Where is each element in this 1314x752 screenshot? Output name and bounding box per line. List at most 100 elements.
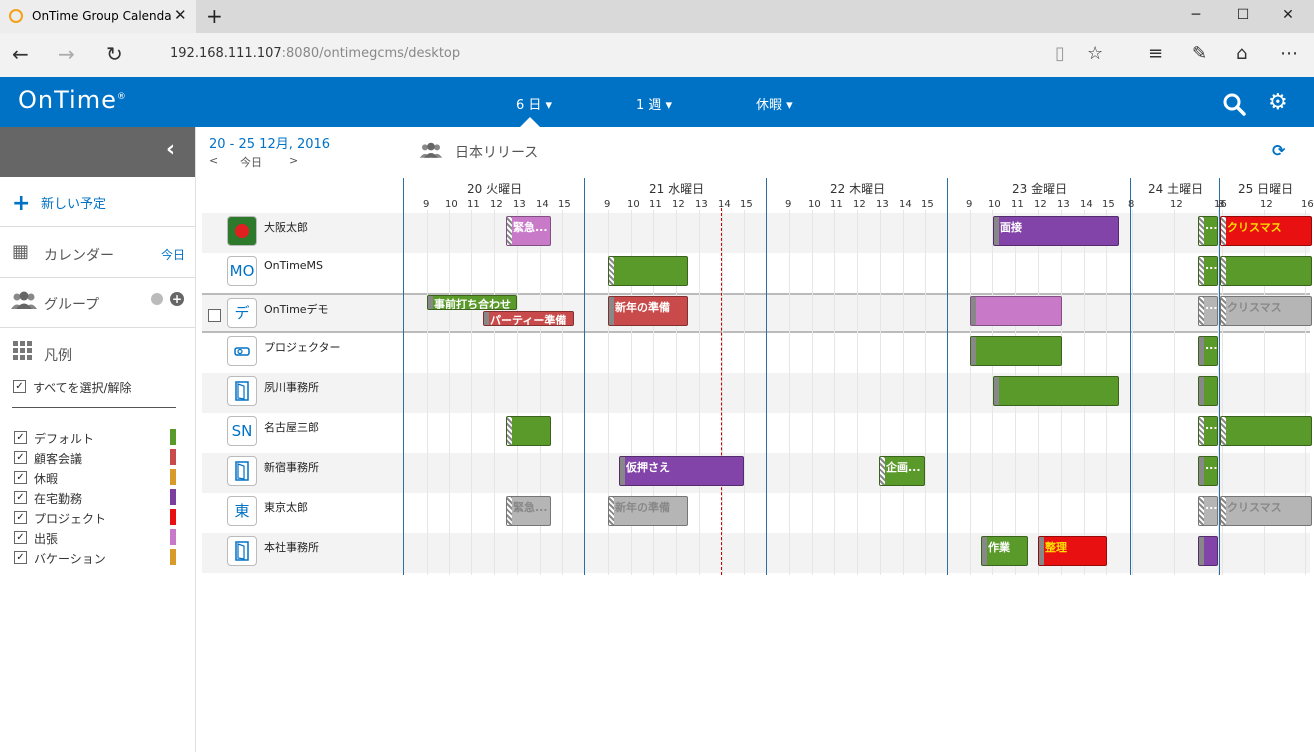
calendar-event[interactable] — [1198, 536, 1218, 566]
calendar-event[interactable]: 企画... — [879, 456, 925, 486]
person-name[interactable]: OnTimeMS — [264, 259, 323, 272]
calendar-event[interactable] — [506, 416, 551, 446]
close-tab-icon[interactable]: ✕ — [174, 6, 187, 24]
calendar-event[interactable]: ... — [1198, 416, 1218, 446]
today-button[interactable]: 今日 — [240, 154, 262, 170]
calendar-event[interactable] — [1198, 376, 1218, 406]
refresh-icon[interactable]: ↻ — [106, 42, 123, 66]
person-name[interactable]: 東京太郎 — [264, 499, 308, 515]
calendar-event[interactable]: クリスマス — [1220, 496, 1312, 526]
view-days-dropdown[interactable]: 6 日 ▾ — [516, 94, 552, 113]
gear-icon[interactable]: ⚙ — [1268, 90, 1288, 115]
calendar-event[interactable]: ... — [1198, 496, 1218, 526]
legend-checkbox[interactable]: ✓ — [14, 491, 27, 504]
note-icon[interactable]: ✎ — [1192, 43, 1207, 64]
person-name[interactable]: 本社事務所 — [264, 539, 319, 555]
calendar-event[interactable]: 緊急... — [506, 216, 551, 246]
more-icon[interactable]: ⋯ — [1280, 43, 1298, 64]
person-row[interactable]: 大阪太郎 — [202, 213, 1310, 253]
calendar-event[interactable]: 新年の準備 — [608, 496, 688, 526]
day-header[interactable]: 23 金曜日 — [1012, 180, 1067, 197]
hub-icon[interactable]: ≡ — [1148, 43, 1163, 64]
calendar-event[interactable]: ... — [1198, 256, 1218, 286]
view-week-dropdown[interactable]: 1 週 ▾ — [636, 94, 672, 113]
calendar-event[interactable] — [608, 256, 688, 286]
calendar-event[interactable]: 面接 — [993, 216, 1119, 246]
legend-checkbox[interactable]: ✓ — [14, 451, 27, 464]
legend-label[interactable]: バケーション — [34, 550, 106, 567]
forward-icon[interactable]: → — [58, 42, 75, 66]
today-link[interactable]: 今日 — [161, 246, 185, 263]
legend-checkbox[interactable]: ✓ — [14, 431, 27, 444]
legend-label[interactable]: 顧客会議 — [34, 450, 82, 467]
calendar-event[interactable]: ... — [1198, 456, 1218, 486]
calendar-event[interactable]: ... — [1198, 296, 1218, 326]
prev-button[interactable]: < — [209, 154, 218, 167]
reading-view-icon[interactable]: ▯ — [1055, 43, 1065, 64]
minimize-icon[interactable]: ─ — [1176, 7, 1216, 23]
favorite-icon[interactable]: ☆ — [1087, 43, 1103, 64]
person-row[interactable]: 東京東京太郎 — [202, 493, 1310, 533]
legend-label[interactable]: 在宅勤務 — [34, 490, 82, 507]
person-row[interactable]: デオ OnTimeデモ — [202, 293, 1310, 333]
person-name[interactable]: 新宿事務所 — [264, 459, 319, 475]
calendar-event[interactable] — [970, 296, 1062, 326]
calendar-event[interactable]: ... — [1198, 336, 1218, 366]
search-icon[interactable] — [1222, 92, 1246, 119]
legend-label[interactable]: 休暇 — [34, 470, 58, 487]
row-checkbox[interactable] — [208, 309, 221, 322]
back-icon[interactable]: ← — [12, 42, 29, 66]
calendar-event[interactable] — [1220, 256, 1312, 286]
sync-icon[interactable]: ⟳ — [1272, 141, 1285, 160]
next-button[interactable]: > — [289, 154, 298, 167]
sidebar-legend[interactable]: 凡例 — [44, 345, 72, 365]
person-row[interactable]: 夙川事務所 — [202, 373, 1310, 413]
legend-checkbox[interactable]: ✓ — [14, 551, 27, 564]
person-name[interactable]: 大阪太郎 — [264, 219, 308, 235]
select-all-label[interactable]: すべてを選択/解除 — [33, 379, 131, 396]
maximize-icon[interactable]: ☐ — [1223, 7, 1263, 23]
legend-checkbox[interactable]: ✓ — [14, 531, 27, 544]
person-row[interactable]: 新宿事務所 — [202, 453, 1310, 493]
calendar-event[interactable]: 作業 — [981, 536, 1028, 566]
calendar-event[interactable]: 緊急... — [506, 496, 551, 526]
calendar-event[interactable]: 整理 — [1038, 536, 1107, 566]
calendar-event[interactable]: パーティー準備 — [483, 311, 574, 326]
sidebar-group[interactable]: グループ — [44, 294, 99, 314]
calendar-event[interactable] — [970, 336, 1062, 366]
calendar-event[interactable]: 新年の準備 — [608, 296, 688, 326]
add-group-icon[interactable]: + — [170, 292, 184, 306]
legend-checkbox[interactable]: ✓ — [14, 471, 27, 484]
legend-label[interactable]: 出張 — [34, 530, 58, 547]
calendar-event[interactable]: 仮押さえ — [619, 456, 744, 486]
calendar-event[interactable]: ... — [1198, 216, 1218, 246]
url-field[interactable]: 192.168.111.107:8080/ontimegcms/desktop — [170, 46, 460, 61]
calendar-event[interactable]: クリスマス — [1220, 216, 1312, 246]
person-row[interactable]: プロジェクター — [202, 333, 1310, 373]
legend-checkbox[interactable]: ✓ — [14, 511, 27, 524]
day-header[interactable]: 24 土曜日 — [1148, 180, 1203, 197]
new-event-link[interactable]: 新しい予定 — [41, 193, 106, 212]
close-window-icon[interactable]: ✕ — [1268, 7, 1308, 23]
day-header[interactable]: 25 日曜日 — [1238, 180, 1293, 197]
view-vacation-dropdown[interactable]: 休暇 ▾ — [756, 94, 793, 113]
calendar-event[interactable]: 事前打ち合わせ — [427, 295, 517, 310]
calendar-event[interactable]: クリスマス — [1220, 296, 1312, 326]
day-header[interactable]: 21 水曜日 — [649, 180, 704, 197]
person-name[interactable]: 名古屋三郎 — [264, 419, 319, 435]
person-name[interactable]: 夙川事務所 — [264, 379, 319, 395]
day-header[interactable]: 20 火曜日 — [467, 180, 522, 197]
plus-icon[interactable]: + — [12, 191, 30, 216]
day-header[interactable]: 22 木曜日 — [830, 180, 885, 197]
calendar-event[interactable] — [993, 376, 1119, 406]
select-all-checkbox[interactable]: ✓ — [13, 380, 26, 393]
share-icon[interactable]: ⌂ — [1236, 43, 1247, 64]
edit-group-icon[interactable] — [151, 293, 163, 305]
calendar-event[interactable] — [1220, 416, 1312, 446]
legend-label[interactable]: プロジェクト — [34, 510, 106, 527]
legend-label[interactable]: デフォルト — [34, 430, 94, 447]
person-name[interactable]: プロジェクター — [264, 339, 341, 355]
sidebar-calendar[interactable]: カレンダー — [44, 245, 114, 265]
person-row[interactable]: MO OnTimeMS — [202, 253, 1310, 293]
person-row[interactable]: 本社事務所 — [202, 533, 1310, 573]
